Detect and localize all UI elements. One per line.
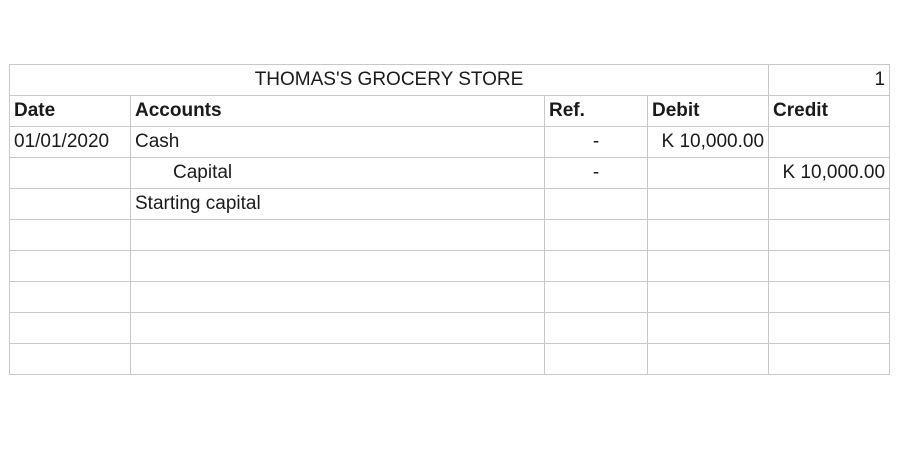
debit-cell[interactable]: K 10,000.00 — [646, 126, 770, 158]
account-cell[interactable]: Cash — [130, 126, 545, 158]
empty-row — [9, 281, 891, 313]
empty-cell[interactable] — [768, 312, 891, 344]
empty-cell[interactable] — [130, 312, 545, 344]
journal-title[interactable]: THOMAS'S GROCERY STORE — [8, 64, 770, 96]
header-row: Date Accounts Ref. Debit Credit — [9, 95, 891, 127]
empty-cell[interactable] — [9, 219, 131, 251]
empty-row — [9, 219, 891, 251]
empty-cell[interactable] — [646, 343, 770, 375]
empty-cell[interactable] — [130, 219, 545, 251]
empty-cell[interactable] — [130, 281, 545, 313]
empty-cell[interactable] — [544, 343, 648, 375]
ref-header[interactable]: Ref. — [544, 95, 648, 127]
credit-cell[interactable] — [768, 126, 891, 158]
empty-cell[interactable] — [646, 250, 770, 282]
empty-cell[interactable] — [544, 312, 648, 344]
table-row: Starting capital — [9, 188, 891, 220]
debit-cell[interactable] — [646, 157, 770, 189]
date-cell[interactable] — [9, 157, 131, 189]
ref-cell[interactable]: - — [544, 157, 648, 189]
empty-cell[interactable] — [9, 343, 131, 375]
empty-row — [9, 250, 891, 282]
credit-header[interactable]: Credit — [768, 95, 891, 127]
general-journal-table: THOMAS'S GROCERY STORE 1 Date Accounts R… — [8, 64, 891, 375]
empty-cell[interactable] — [768, 219, 891, 251]
table-row: 01/01/2020 Cash - K 10,000.00 — [9, 126, 891, 158]
empty-cell[interactable] — [9, 281, 131, 313]
date-cell[interactable] — [9, 188, 131, 220]
empty-cell[interactable] — [544, 281, 648, 313]
account-cell[interactable]: Starting capital — [130, 188, 545, 220]
empty-cell[interactable] — [9, 312, 131, 344]
empty-cell[interactable] — [130, 250, 545, 282]
credit-cell[interactable] — [768, 188, 891, 220]
empty-row — [9, 312, 891, 344]
empty-cell[interactable] — [544, 219, 648, 251]
table-row: Capital - K 10,000.00 — [9, 157, 891, 189]
accounts-header[interactable]: Accounts — [130, 95, 545, 127]
debit-cell[interactable] — [646, 188, 770, 220]
empty-cell[interactable] — [646, 312, 770, 344]
ref-cell[interactable]: - — [544, 126, 648, 158]
journal-title-row: THOMAS'S GROCERY STORE 1 — [8, 64, 891, 96]
date-header[interactable]: Date — [9, 95, 131, 127]
empty-cell[interactable] — [768, 343, 891, 375]
credit-cell[interactable]: K 10,000.00 — [768, 157, 891, 189]
empty-cell[interactable] — [544, 250, 648, 282]
account-cell[interactable]: Capital — [130, 157, 545, 189]
empty-cell[interactable] — [768, 250, 891, 282]
ref-cell[interactable] — [544, 188, 648, 220]
date-cell[interactable]: 01/01/2020 — [9, 126, 131, 158]
empty-cell[interactable] — [768, 281, 891, 313]
debit-header[interactable]: Debit — [646, 95, 770, 127]
empty-cell[interactable] — [9, 250, 131, 282]
empty-row — [9, 343, 891, 375]
empty-cell[interactable] — [130, 343, 545, 375]
empty-cell[interactable] — [646, 281, 770, 313]
page-number[interactable]: 1 — [768, 64, 891, 96]
empty-cell[interactable] — [646, 219, 770, 251]
